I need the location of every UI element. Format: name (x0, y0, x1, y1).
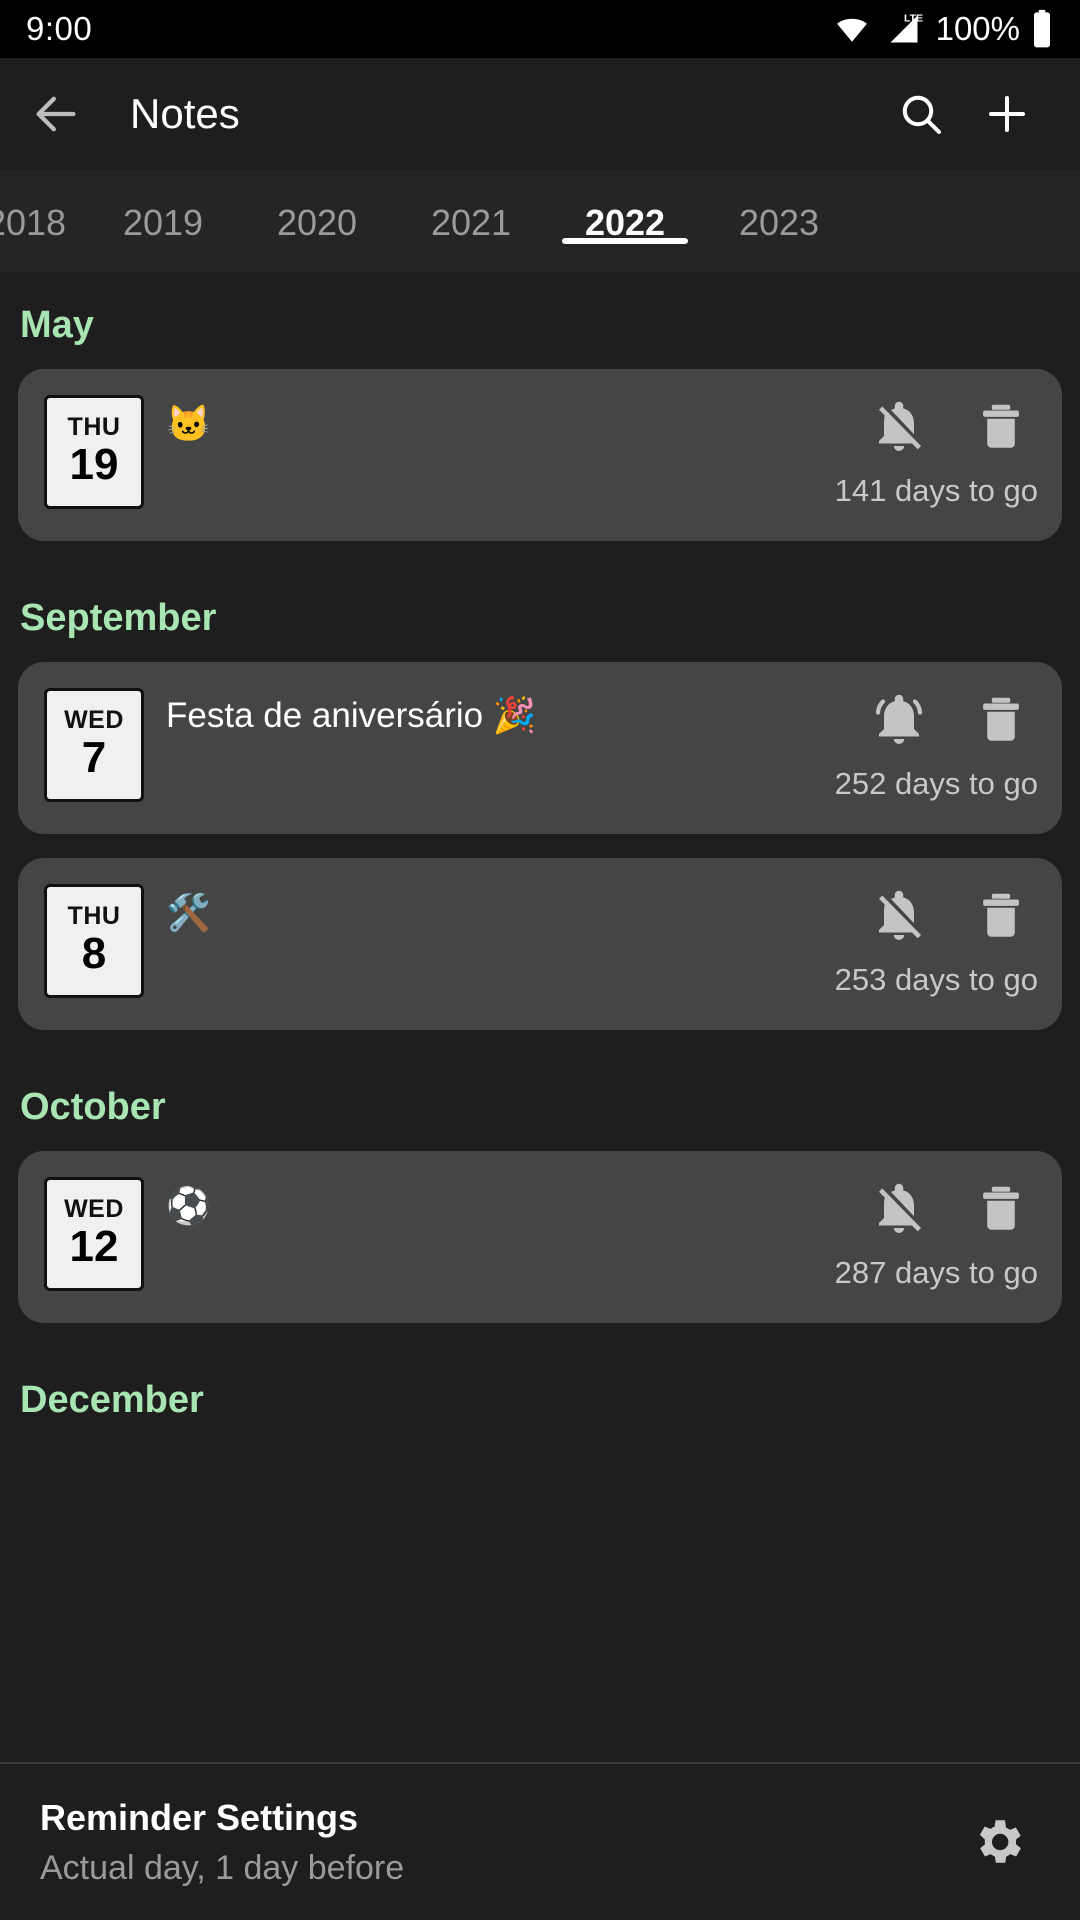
status-bar: 9:00 LTE 100% (0, 0, 1080, 58)
reminder-settings-bar[interactable]: Reminder Settings Actual day, 1 day befo… (0, 1762, 1080, 1920)
page-title: Notes (130, 90, 240, 137)
note-title: 🐱 (166, 403, 211, 444)
countdown-label: 252 days to go (834, 766, 1038, 801)
plus-icon[interactable] (964, 90, 1050, 138)
note-card[interactable]: THU 19 🐱 141 days to go (18, 369, 1062, 541)
note-actions: 287 days to go (802, 1177, 1038, 1291)
note-card[interactable]: WED 12 ⚽ 287 days to go (18, 1151, 1062, 1323)
note-actions: 141 days to go (802, 395, 1038, 509)
date-badge-day: 12 (69, 1222, 119, 1272)
month-header: September (20, 597, 217, 639)
year-tab-2018[interactable]: 2018 (0, 170, 86, 244)
year-tab-2021[interactable]: 2021 (394, 170, 548, 244)
year-tab-label: 2022 (584, 202, 666, 243)
note-title: 🛠️ (166, 892, 211, 933)
date-badge-weekday: THU (67, 413, 121, 442)
date-badge-weekday: THU (67, 902, 121, 931)
note-card[interactable]: THU 8 🛠️ 253 days to go (18, 858, 1062, 1030)
back-arrow-icon[interactable] (30, 88, 108, 140)
countdown-label: 141 days to go (834, 473, 1038, 508)
date-badge-weekday: WED (64, 706, 124, 735)
note-title: ⚽ (166, 1185, 211, 1226)
gear-icon[interactable] (956, 1813, 1040, 1871)
note-card[interactable]: WED 7 Festa de aniversário 🎉 252 days to g… (18, 662, 1062, 834)
year-tab-label: 2023 (738, 202, 820, 243)
date-badge: WED 7 (44, 688, 144, 802)
bell-off-icon[interactable] (868, 1177, 930, 1239)
note-title: Festa de aniversário 🎉 (166, 696, 537, 735)
wifi-icon (832, 12, 872, 46)
countdown-label: 253 days to go (834, 962, 1038, 997)
trash-icon[interactable] (970, 688, 1032, 750)
note-content: Festa de aniversário 🎉 (144, 688, 802, 738)
bell-off-icon[interactable] (868, 884, 930, 946)
notes-list[interactable]: May THU 19 🐱 141 days to go September WED 7 Fes… (0, 272, 1080, 1762)
date-badge: WED 12 (44, 1177, 144, 1291)
trash-icon[interactable] (970, 884, 1032, 946)
month-header: May (20, 304, 94, 346)
note-content: ⚽ (144, 1177, 802, 1228)
year-tab-2020[interactable]: 2020 (240, 170, 394, 244)
year-tab-2023[interactable]: 2023 (702, 170, 856, 244)
note-actions: 253 days to go (802, 884, 1038, 998)
countdown-label: 287 days to go (834, 1255, 1038, 1290)
reminder-settings-text: Reminder Settings Actual day, 1 day befo… (40, 1797, 956, 1888)
year-tab-label: 2018 (0, 202, 67, 243)
date-badge: THU 8 (44, 884, 144, 998)
status-bar-clock: 9:00 (26, 10, 93, 47)
note-content: 🐱 (144, 395, 802, 446)
date-badge-weekday: WED (64, 1195, 124, 1224)
status-bar-indicators: LTE 100% (832, 9, 1054, 49)
reminder-settings-subtitle: Actual day, 1 day before (40, 1848, 405, 1887)
trash-icon[interactable] (970, 1177, 1032, 1239)
svg-text:LTE: LTE (904, 13, 923, 25)
date-badge-day: 8 (81, 929, 107, 979)
year-tab-label: 2021 (430, 202, 512, 243)
date-badge: THU 19 (44, 395, 144, 509)
battery-percent-label: 100% (935, 10, 1020, 47)
search-icon[interactable] (878, 90, 964, 138)
month-header: December (20, 1379, 204, 1421)
year-tab-label: 2019 (122, 202, 204, 243)
note-actions: 252 days to go (802, 688, 1038, 802)
bell-ringing-icon[interactable] (868, 688, 930, 750)
bell-off-icon[interactable] (868, 395, 930, 457)
note-content: 🛠️ (144, 884, 802, 935)
reminder-settings-title: Reminder Settings (40, 1796, 359, 1838)
year-tab-bar[interactable]: 2018 2019 2020 2021 2022 2023 (0, 170, 1080, 272)
mobile-signal-icon: LTE (882, 11, 926, 47)
year-tab-label: 2020 (276, 202, 358, 243)
app-bar: Notes (0, 58, 1080, 170)
date-badge-day: 19 (69, 440, 119, 490)
trash-icon[interactable] (970, 395, 1032, 457)
year-tab-2019[interactable]: 2019 (86, 170, 240, 244)
month-header: October (20, 1086, 166, 1128)
tab-selection-indicator (562, 238, 688, 244)
year-tab-2022[interactable]: 2022 (548, 170, 702, 244)
battery-icon (1030, 9, 1054, 49)
date-badge-day: 7 (81, 733, 107, 783)
